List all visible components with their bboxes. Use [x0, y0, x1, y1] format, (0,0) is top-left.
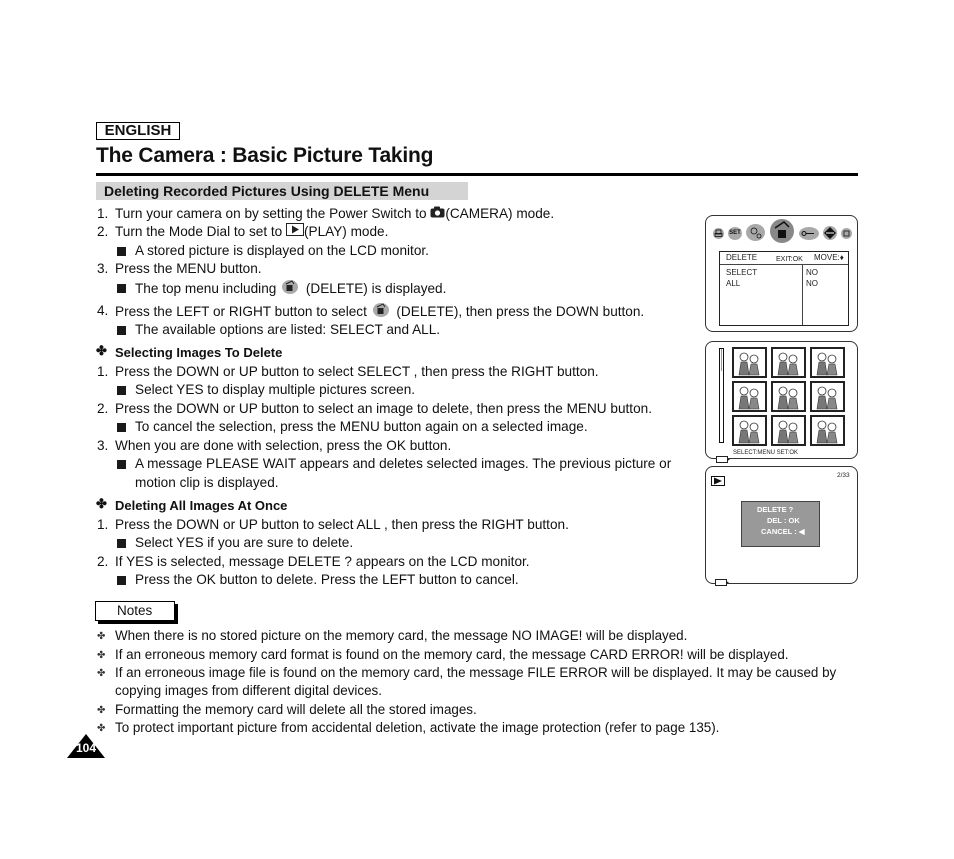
- clover-bullet-icon: ✤: [96, 496, 107, 511]
- thumbnail[interactable]: [810, 381, 845, 412]
- menu-header: DELETE EXIT:OK MOVE:♦: [720, 252, 848, 265]
- menu-option-all[interactable]: ALL: [726, 279, 740, 289]
- dialog-title: DELETE ?: [757, 505, 794, 514]
- menu-move-hint: MOVE:♦: [814, 253, 844, 262]
- select-step-1-note: Select YES to display multiple pictures …: [135, 382, 416, 397]
- lcd-delete-confirm: 2/33 DELETE ? DEL : OK CANCEL : ◀: [705, 466, 858, 586]
- step-4: Press the LEFT or RIGHT button to select…: [115, 302, 644, 323]
- select-step-2-note: To cancel the selection, press the MENU …: [135, 419, 588, 434]
- delete-menu-panel: DELETE EXIT:OK MOVE:♦ SELECT NO ALL NO: [719, 251, 849, 326]
- note-item: If an erroneous image file is found on t…: [115, 665, 837, 680]
- protect-key-icon: [799, 227, 819, 240]
- delete-menu-icon: [280, 279, 302, 300]
- image-counter: 2/33: [837, 472, 850, 479]
- select-step-3-note-cont: motion clip is displayed.: [135, 475, 279, 490]
- card-icon: [841, 228, 852, 239]
- bullet-square: [117, 326, 126, 335]
- step-2-note: A stored picture is displayed on the LCD…: [135, 243, 429, 258]
- select-step-1: Press the DOWN or UP button to select SE…: [115, 364, 599, 379]
- print-icon: [713, 228, 724, 239]
- note-bullet-icon: ✤: [97, 723, 106, 734]
- step-number: 4.: [97, 303, 109, 318]
- note-bullet-icon: ✤: [97, 668, 106, 679]
- page-title: The Camera : Basic Picture Taking: [96, 144, 434, 167]
- slideshow-icon: [746, 224, 765, 241]
- step-3-note: The top menu including (DELETE) is displ…: [135, 279, 446, 300]
- scroll-thumb[interactable]: [721, 349, 722, 371]
- menu-option-select-value: NO: [806, 268, 818, 277]
- card-icon: [715, 573, 729, 591]
- title-divider: [96, 173, 858, 176]
- note-bullet-icon: ✤: [97, 650, 106, 661]
- step-number: 2.: [97, 554, 109, 569]
- select-step-3-note: A message PLEASE WAIT appears and delete…: [135, 456, 672, 471]
- dialog-cancel-option[interactable]: CANCEL : ◀: [761, 527, 805, 537]
- note-item: To protect important picture from accide…: [115, 720, 720, 735]
- notes-label: Notes: [95, 601, 175, 621]
- delete-confirm-dialog: DELETE ? DEL : OK CANCEL : ◀: [741, 501, 820, 547]
- note-item: When there is no stored picture on the m…: [115, 628, 688, 643]
- note-item-cont: copying images from different digital de…: [115, 683, 382, 698]
- step-3: Press the MENU button.: [115, 261, 262, 276]
- step-number: 3.: [97, 261, 109, 276]
- note-bullet-icon: ✤: [97, 705, 106, 716]
- step-number: 2.: [97, 224, 109, 239]
- menu-title: DELETE: [726, 253, 758, 262]
- thumbnail[interactable]: [810, 415, 845, 446]
- note-item: Formatting the memory card will delete a…: [115, 702, 477, 717]
- clover-bullet-icon: ✤: [96, 343, 107, 358]
- step-1: Turn your camera on by setting the Power…: [115, 205, 554, 223]
- step-number: 3.: [97, 438, 109, 453]
- bullet-square: [117, 386, 126, 395]
- all-step-1: Press the DOWN or UP button to select AL…: [115, 517, 569, 532]
- subsection-heading: Deleting All Images At Once: [115, 498, 288, 513]
- direction-icon: [823, 226, 837, 240]
- grid-footer-hint: SELECT:MENU SET:OK: [733, 450, 799, 456]
- step-4-note: The available options are listed: SELECT…: [135, 322, 441, 337]
- lcd-thumbnail-grid: SELECT:MENU SET:OK: [705, 341, 858, 463]
- bullet-square: [117, 460, 126, 469]
- step-number: 1.: [97, 206, 109, 221]
- page-number: 104: [75, 741, 97, 755]
- menu-exit-hint: EXIT:OK: [776, 256, 803, 263]
- select-step-3: When you are done with selection, press …: [115, 438, 452, 453]
- step-2: Turn the Mode Dial to set to (PLAY) mode…: [115, 223, 388, 241]
- menu-column-divider: [802, 265, 803, 325]
- camera-icon: [430, 205, 445, 223]
- step-number: 1.: [97, 517, 109, 532]
- bullet-square: [117, 247, 126, 256]
- thumbnail[interactable]: [732, 381, 767, 412]
- select-step-2: Press the DOWN or UP button to select an…: [115, 401, 652, 416]
- menu-option-select[interactable]: SELECT: [726, 268, 757, 278]
- lcd-delete-menu: SET DELETE EXIT:OK MOVE:♦ SELECT NO ALL …: [705, 215, 858, 332]
- thumbnail[interactable]: [771, 415, 806, 446]
- thumbnail[interactable]: [771, 381, 806, 412]
- bullet-square: [117, 423, 126, 432]
- step-number: 1.: [97, 364, 109, 379]
- dialog-ok-option[interactable]: DEL : OK: [767, 516, 800, 526]
- bullet-square: [117, 539, 126, 548]
- thumbnail[interactable]: [732, 415, 767, 446]
- language-badge: ENGLISH: [96, 122, 180, 140]
- set-icon: SET: [728, 227, 742, 240]
- all-step-1-note: Select YES if you are sure to delete.: [135, 535, 354, 550]
- play-mode-icon: [286, 223, 305, 241]
- menu-option-all-value: NO: [806, 279, 818, 288]
- all-step-2: If YES is selected, message DELETE ? app…: [115, 554, 530, 569]
- all-step-2-note: Press the OK button to delete. Press the…: [135, 572, 519, 587]
- scrollbar[interactable]: [719, 348, 724, 443]
- delete-icon: [770, 219, 794, 243]
- note-bullet-icon: ✤: [97, 631, 106, 642]
- section-heading: Deleting Recorded Pictures Using DELETE …: [96, 182, 468, 200]
- play-mode-icon: [711, 473, 725, 491]
- step-number: 2.: [97, 401, 109, 416]
- note-item: If an erroneous memory card format is fo…: [115, 647, 789, 662]
- delete-menu-icon: [371, 302, 393, 323]
- bullet-square: [117, 284, 126, 293]
- thumbnail[interactable]: [732, 347, 767, 378]
- thumbnail[interactable]: [810, 347, 845, 378]
- bullet-square: [117, 576, 126, 585]
- subsection-heading: Selecting Images To Delete: [115, 345, 283, 360]
- thumbnail[interactable]: [771, 347, 806, 378]
